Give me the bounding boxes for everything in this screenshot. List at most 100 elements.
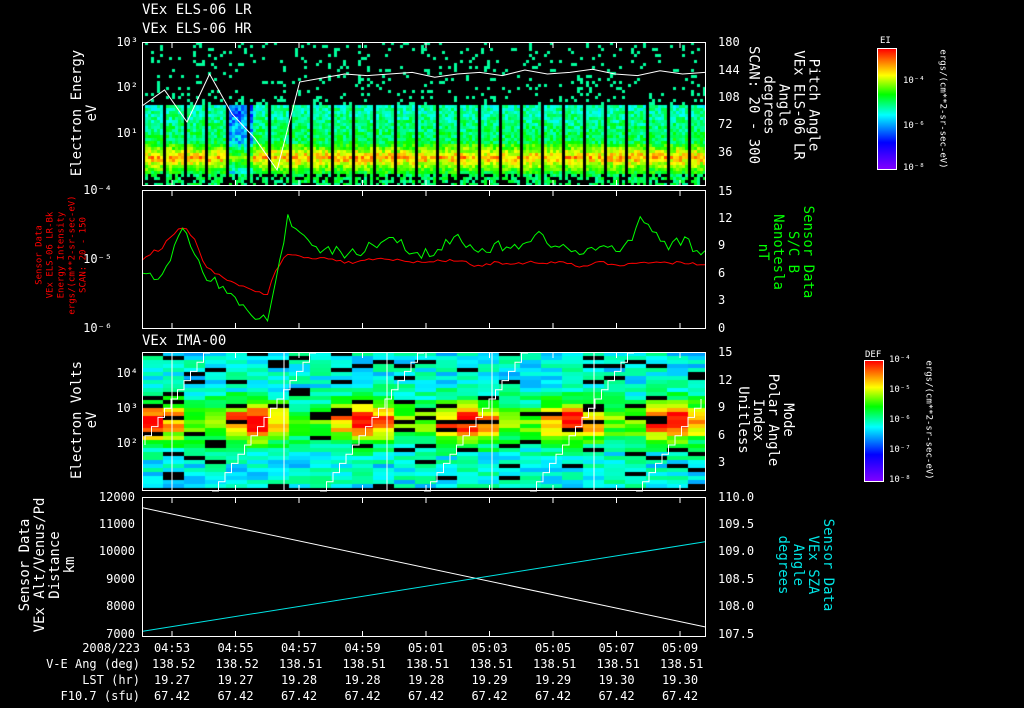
p2-ytick-right: 3 bbox=[718, 293, 726, 307]
table-cell: 138.51 bbox=[469, 657, 513, 671]
date-label: 2008/223 bbox=[82, 641, 140, 655]
table-cell: 19.28 bbox=[280, 673, 318, 687]
cbar2-tick: 10⁻⁸ bbox=[889, 475, 911, 485]
table-cell: 138.51 bbox=[279, 657, 323, 671]
table-cell: 19.30 bbox=[598, 673, 635, 687]
time-tick-label: 05:09 bbox=[661, 641, 699, 655]
p2-ylabel: Sensor Data VEx ELS-06 LR-Bk Energy Inte… bbox=[34, 195, 89, 315]
cbar2-title: DEF bbox=[865, 350, 882, 360]
table-cell: 19.28 bbox=[344, 673, 381, 687]
time-tick-label: 04:55 bbox=[217, 641, 254, 655]
table-cell: 19.27 bbox=[217, 673, 254, 687]
p4-ytick: 8000 bbox=[106, 599, 135, 613]
row-label: LST (hr) bbox=[82, 673, 140, 687]
table-cell: 19.30 bbox=[661, 673, 699, 687]
table-cell: 138.51 bbox=[596, 657, 640, 671]
cbar2-tick: 10⁻⁵ bbox=[889, 385, 911, 395]
table-cell: 67.42 bbox=[471, 689, 508, 703]
p4-ytick-right: 109.0 bbox=[718, 544, 755, 558]
p1-ylabel: Electron Energy eV bbox=[69, 49, 100, 177]
p1-ytick-right: 72 bbox=[718, 117, 733, 131]
time-tick-label: 04:59 bbox=[344, 641, 381, 655]
table-cell: 67.42 bbox=[217, 689, 254, 703]
colorbar-def bbox=[864, 360, 884, 482]
table-cell: 67.42 bbox=[661, 689, 699, 703]
p3-ytick: 10³ bbox=[116, 401, 138, 415]
table-cell: 138.52 bbox=[215, 657, 259, 671]
time-tick-label: 04:57 bbox=[280, 641, 318, 655]
panel-3-frame bbox=[142, 352, 706, 491]
table-cell: 67.42 bbox=[598, 689, 635, 703]
p4-ytick: 10000 bbox=[98, 544, 135, 558]
p1-ytick-right: 108 bbox=[718, 90, 740, 104]
cbar2-tick: 10⁻⁴ bbox=[889, 355, 911, 365]
row-label: V-E Ang (deg) bbox=[46, 657, 140, 671]
p1-ylabel-right: Pitch Angle VEx ELS-06 LR Angle degrees … bbox=[745, 45, 822, 165]
p3-ytick-right: 15 bbox=[718, 345, 733, 359]
table-cell: 138.52 bbox=[152, 657, 196, 671]
row-label: F10.7 (sfu) bbox=[60, 689, 140, 703]
time-tick-label: 05:05 bbox=[534, 641, 572, 655]
p1-ytick: 10² bbox=[116, 80, 138, 94]
table-cell: 19.27 bbox=[153, 673, 191, 687]
table-cell: 67.42 bbox=[280, 689, 318, 703]
table-cell: 138.51 bbox=[406, 657, 450, 671]
p3-ylabel: Electron Volts eV bbox=[69, 360, 100, 480]
p4-ylabel-right: Sensor Data VEx SZA Angle degrees bbox=[775, 518, 836, 612]
panel-4-frame bbox=[142, 497, 706, 637]
p4-ytick: 9000 bbox=[106, 572, 135, 586]
table-cell: 138.51 bbox=[660, 657, 704, 671]
p3-ytick-right: 9 bbox=[718, 400, 726, 414]
cbar1-tick: 10⁻⁶ bbox=[903, 121, 925, 131]
p1-ytick: 10³ bbox=[116, 35, 138, 49]
p3-ytick: 10⁴ bbox=[116, 366, 138, 380]
p1-ytick-right: 180 bbox=[718, 35, 740, 49]
time-tick-label: 05:01 bbox=[407, 641, 445, 655]
p4-ytick: 11000 bbox=[98, 517, 135, 531]
cbar1-title: EI bbox=[880, 36, 891, 46]
cbar1-tick: 10⁻⁴ bbox=[903, 76, 925, 86]
table-cell: 67.42 bbox=[407, 689, 445, 703]
cbar2-tick: 10⁻⁶ bbox=[889, 415, 911, 425]
p3-ylabel-right: Mode Polar Angle Index Unitless bbox=[735, 373, 796, 467]
table-cell: 138.51 bbox=[342, 657, 386, 671]
p2-ytick-right: 9 bbox=[718, 238, 726, 252]
table-cell: 67.42 bbox=[344, 689, 381, 703]
p2-ytick-right: 0 bbox=[718, 321, 726, 335]
p2-ytick-right: 6 bbox=[718, 266, 726, 280]
p1-ytick: 10¹ bbox=[116, 126, 138, 140]
p3-ytick: 10² bbox=[116, 436, 138, 450]
p1-ytick-right: 36 bbox=[718, 145, 733, 159]
p3-ytick-right: 12 bbox=[718, 373, 733, 387]
panel-2-frame bbox=[142, 190, 706, 329]
time-tick-label: 05:07 bbox=[598, 641, 635, 655]
p4-ytick-right: 109.5 bbox=[718, 517, 755, 531]
table-cell: 138.51 bbox=[533, 657, 577, 671]
time-tick-label: 05:03 bbox=[471, 641, 508, 655]
time-tick-label: 04:53 bbox=[153, 641, 191, 655]
p4-ytick-right: 108.5 bbox=[718, 572, 755, 586]
p4-ytick-right: 110.0 bbox=[718, 490, 755, 504]
p4-ytick-right: 108.0 bbox=[718, 599, 755, 613]
cbar2-unit: ergs/(cm**2-sr-sec-eV) bbox=[923, 360, 934, 480]
cbar2-tick: 10⁻⁷ bbox=[889, 445, 911, 455]
table-cell: 19.29 bbox=[471, 673, 508, 687]
table-cell: 19.29 bbox=[534, 673, 572, 687]
p2-ylabel-right: Sensor Data S/C B Nanotesla nT bbox=[755, 205, 816, 299]
table-cell: 19.28 bbox=[407, 673, 445, 687]
p4-ytick: 12000 bbox=[98, 490, 135, 504]
p4-ytick: 7000 bbox=[106, 627, 135, 641]
p1-ytick-right: 144 bbox=[718, 63, 740, 77]
table-cell: 67.42 bbox=[153, 689, 191, 703]
p4-ytick-right: 107.5 bbox=[718, 627, 755, 641]
cbar1-unit: ergs/(cm**2-sr-sec-eV) bbox=[937, 49, 948, 169]
p3-ytick-right: 3 bbox=[718, 455, 726, 469]
p2-ytick: 10⁻⁶ bbox=[83, 321, 112, 335]
p3-ytick-right: 6 bbox=[718, 428, 726, 442]
panel-1-frame bbox=[142, 42, 706, 186]
table-cell: 67.42 bbox=[534, 689, 572, 703]
colorbar-ei bbox=[877, 48, 897, 170]
p4-ylabel: Sensor Data VEx Alt/Venus/Pd Distance km bbox=[17, 497, 78, 633]
p2-ytick-right: 12 bbox=[718, 211, 733, 225]
p2-ytick-right: 15 bbox=[718, 184, 733, 198]
